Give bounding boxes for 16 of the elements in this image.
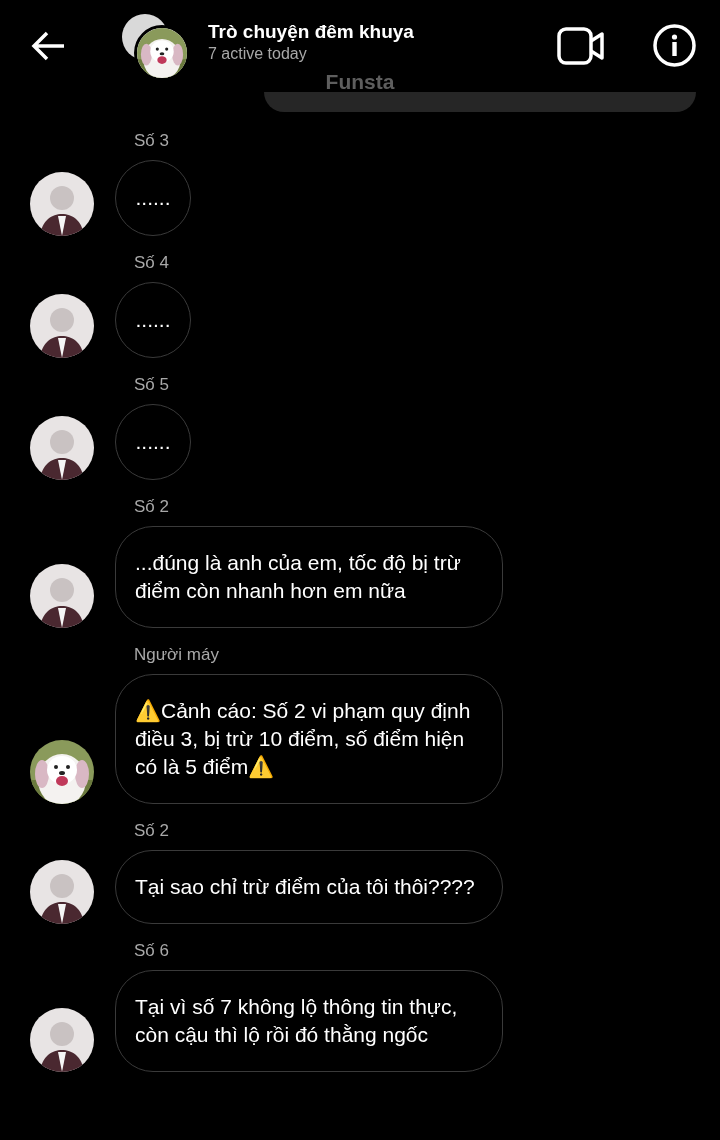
sender-name: Số 5 xyxy=(134,375,169,394)
message-bubble: Tại vì số 7 không lộ thông tin thực, còn cậu thì lộ rồi đó thằng ngốc xyxy=(115,970,503,1072)
message-bubble: ⚠Cảnh cáo: Số 2 vi phạm quy định điều 3, bị trừ 10 điểm, số điểm hiện có là 5 điểm⚠ xyxy=(115,674,503,804)
sender-name: Số 4 xyxy=(134,253,169,272)
sender-name: Số 2 xyxy=(134,497,169,516)
message-bubble: ...đúng là anh của em, tốc độ bị trừ điểm còn nhanh hơn em nữa xyxy=(115,526,503,628)
info-icon[interactable] xyxy=(653,24,696,67)
sender-name: Số 3 xyxy=(134,131,169,150)
back-icon[interactable] xyxy=(30,30,66,62)
chat-title: Trò chuyện đêm khuya xyxy=(208,20,414,44)
video-call-icon[interactable] xyxy=(557,26,605,65)
sender-name: Số 2 xyxy=(134,821,169,840)
active-status: 7 active today xyxy=(208,44,308,64)
sender-name: Funsta xyxy=(325,70,395,93)
sender-name: Người máy xyxy=(134,645,219,664)
sender-name: Số 6 xyxy=(134,941,169,960)
